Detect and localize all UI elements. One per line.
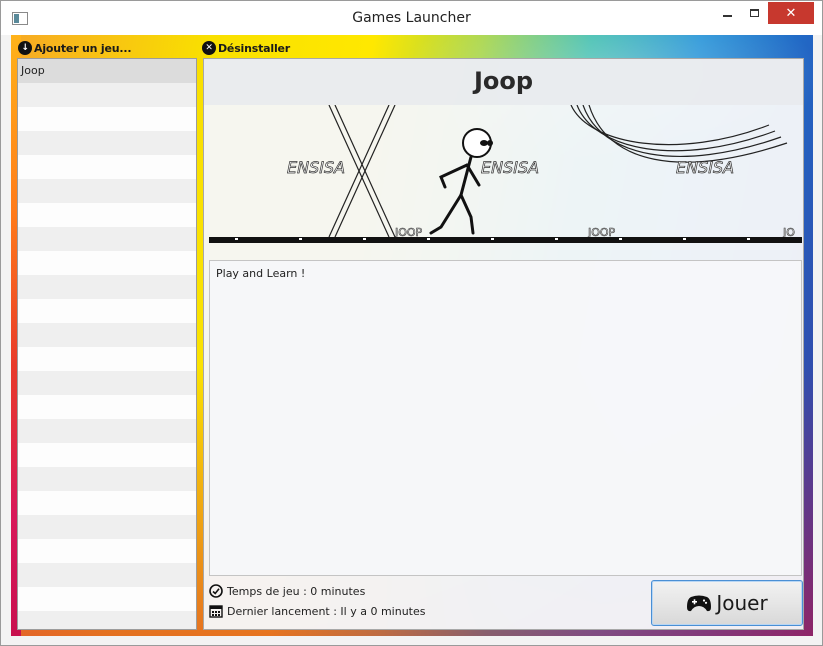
uninstall-label: Désinstaller [218, 41, 290, 55]
game-detail-panel: Joop ENSISA ENSISA ENSISA JOOP JOOP JO P… [203, 58, 804, 630]
uninstall-button[interactable]: ✕ Désinstaller [202, 40, 290, 56]
close-icon: ✕ [785, 5, 797, 21]
gamepad-icon [687, 595, 712, 612]
minimize-button[interactable] [713, 2, 741, 24]
play-time: Temps de jeu : 0 minutes [209, 583, 365, 599]
last-launch: Dernier lancement : Il y a 0 minutes [209, 603, 426, 619]
game-description: Play and Learn ! [216, 267, 306, 280]
add-game-button[interactable]: ↓ Ajouter un jeu... [18, 40, 132, 56]
banner-text: ENSISA [481, 158, 539, 177]
remove-icon: ✕ [202, 41, 216, 55]
minimize-icon [722, 15, 732, 17]
description-box[interactable]: Play and Learn ! [209, 260, 802, 576]
game-banner: ENSISA ENSISA ENSISA JOOP JOOP JO [209, 105, 802, 245]
app-window: Games Launcher ✕ ↓ Ajouter un jeu... ✕ D… [0, 0, 823, 646]
banner-text: ENSISA [287, 158, 345, 177]
game-list-item[interactable]: Joop [18, 59, 196, 83]
add-game-label: Ajouter un jeu... [34, 41, 132, 55]
play-button-label: Jouer [716, 591, 768, 615]
maximize-icon [750, 9, 759, 17]
main-area: ↓ Ajouter un jeu... ✕ Désinstaller Joop … [11, 35, 813, 636]
last-launch-label: Dernier lancement : Il y a 0 minutes [227, 604, 426, 618]
download-icon: ↓ [18, 41, 32, 55]
close-button[interactable]: ✕ [768, 2, 814, 24]
play-time-label: Temps de jeu : 0 minutes [227, 584, 366, 598]
window-title: Games Launcher [352, 10, 471, 26]
play-button[interactable]: Jouer [651, 580, 803, 626]
banner-image: ENSISA ENSISA ENSISA JOOP JOOP JO [209, 105, 802, 243]
game-title: Joop [473, 67, 534, 95]
clock-icon [209, 584, 223, 598]
banner-text: ENSISA [676, 158, 734, 177]
game-list[interactable]: Joop [17, 58, 197, 630]
title-bar[interactable]: Games Launcher ✕ [1, 1, 822, 35]
maximize-button[interactable] [741, 2, 768, 24]
calendar-icon [209, 605, 223, 618]
